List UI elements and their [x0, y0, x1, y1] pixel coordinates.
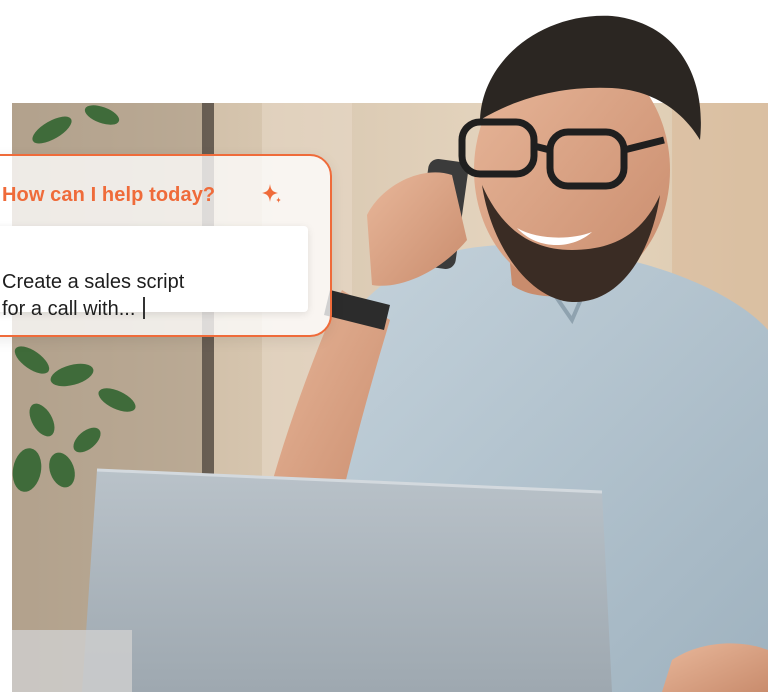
hero-photo-illustration: [12, 15, 768, 692]
sparkle-icon: [262, 184, 281, 203]
hero-photo: [12, 0, 768, 692]
text-caret: [143, 297, 145, 319]
prompt-input-text: Create a sales script for a call with...: [2, 271, 185, 320]
chat-prompt-card: How can I help today? Create a sales scr…: [0, 154, 332, 337]
prompt-input[interactable]: Create a sales script for a call with...: [0, 226, 308, 320]
prompt-title: How can I help today?: [2, 184, 216, 206]
